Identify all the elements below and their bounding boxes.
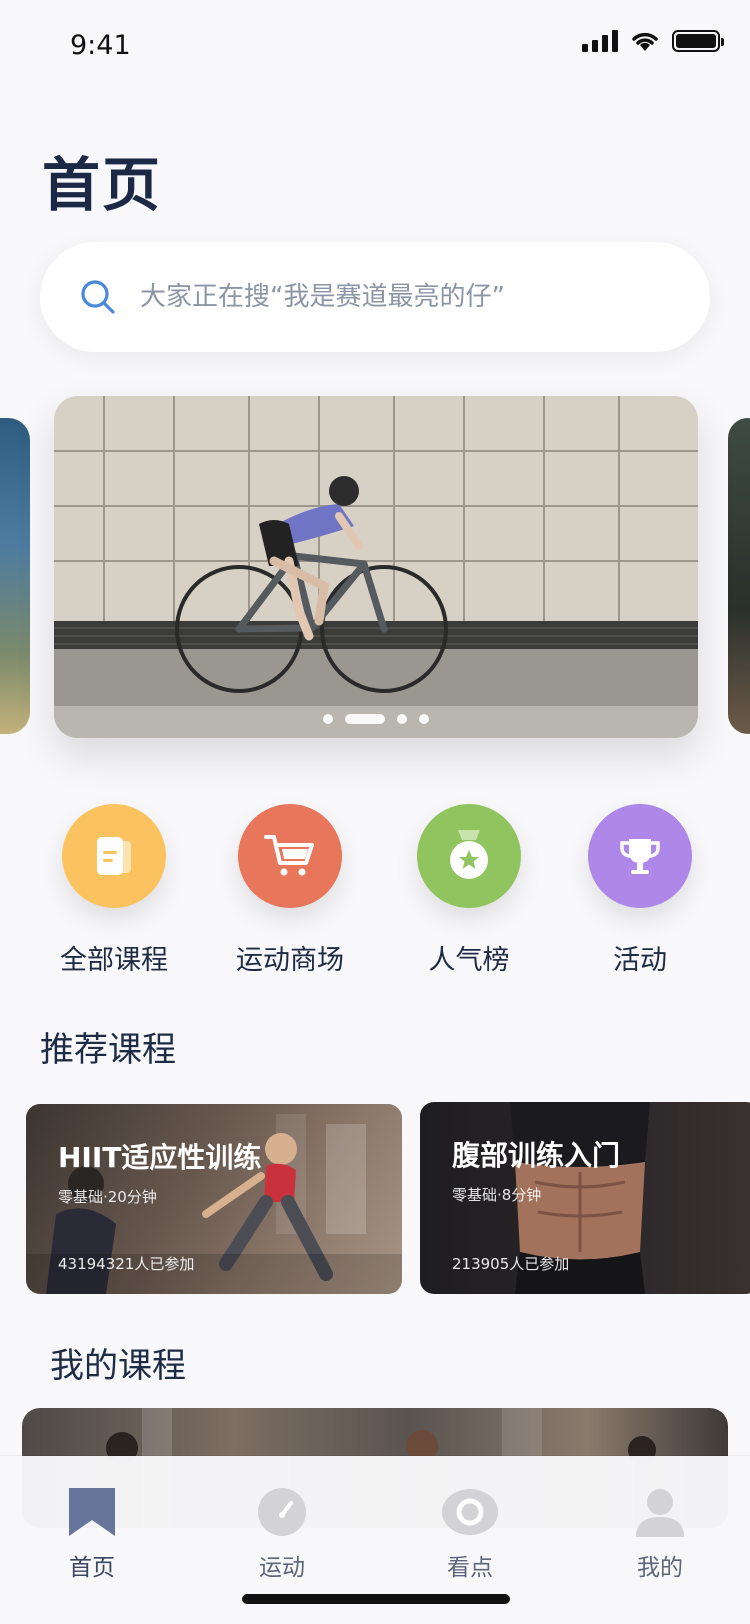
eye-icon — [442, 1489, 498, 1535]
course-subtitle: 零基础·20分钟 — [58, 1188, 157, 1206]
carousel-slide-next[interactable] — [728, 418, 750, 734]
carousel-dot[interactable] — [397, 714, 407, 724]
category-icon-circle — [588, 804, 692, 908]
trophy-icon — [620, 839, 660, 874]
category-label: 人气榜 — [428, 945, 510, 976]
category-label: 运动商场 — [236, 945, 344, 976]
tab-label: 运动 — [259, 1555, 305, 1581]
user-icon — [636, 1489, 684, 1537]
category-label: 全部课程 — [60, 945, 168, 976]
category-icon-circle — [62, 804, 166, 908]
search-icon — [81, 280, 115, 314]
category-all-courses[interactable]: 全部课程 — [29, 804, 199, 977]
carousel-slide-cyclist[interactable] — [54, 396, 698, 738]
course-participants: 43194321人已参加 — [58, 1255, 195, 1273]
search-input[interactable] — [140, 282, 680, 312]
tab-label: 首页 — [69, 1555, 115, 1581]
course-title: 腹部训练入门 — [452, 1139, 621, 1172]
tab-highlights[interactable]: 看点 — [410, 1484, 530, 1582]
tab-sports[interactable]: 运动 — [222, 1484, 342, 1582]
category-sports-mall[interactable]: 运动商场 — [205, 804, 375, 977]
carousel-slide-previous[interactable] — [0, 418, 30, 734]
carousel-indicator — [54, 714, 698, 724]
course-card-hiit[interactable]: HIIT适应性训练 零基础·20分钟 43194321人已参加 — [26, 1104, 402, 1294]
course-participants: 213905人已参加 — [452, 1255, 570, 1273]
section-title-my-courses: 我的课程 — [50, 1346, 186, 1386]
home-indicator — [242, 1594, 510, 1604]
category-events[interactable]: 活动 — [555, 804, 725, 977]
course-title: HIIT适应性训练 — [58, 1141, 262, 1174]
tab-home[interactable]: 首页 — [32, 1484, 152, 1582]
cellular-signal-icon — [582, 30, 618, 52]
gauge-icon — [258, 1488, 306, 1536]
document-icon — [97, 837, 131, 875]
status-icons — [582, 30, 724, 52]
wifi-icon — [632, 32, 658, 51]
battery-icon — [672, 30, 724, 52]
section-title-recommended: 推荐课程 — [40, 1030, 176, 1070]
page-title: 首页 — [42, 151, 163, 219]
tab-label: 看点 — [447, 1555, 493, 1581]
cyclist-image — [54, 396, 698, 738]
category-icon-circle — [238, 804, 342, 908]
category-label: 活动 — [613, 945, 667, 976]
course-subtitle: 零基础·8分钟 — [452, 1186, 542, 1204]
carousel-dot[interactable] — [323, 714, 333, 724]
carousel-dot[interactable] — [419, 714, 429, 724]
course-card-abs[interactable]: 腹部训练入门 零基础·8分钟 213905人已参加 — [420, 1102, 750, 1294]
bookmark-icon — [69, 1488, 115, 1536]
tab-label: 我的 — [637, 1555, 683, 1581]
shopping-cart-icon — [264, 835, 314, 876]
status-time: 9:41 — [70, 30, 131, 61]
carousel-dot-active[interactable] — [345, 714, 385, 724]
category-popularity[interactable]: 人气榜 — [384, 804, 554, 977]
category-icon-circle — [417, 804, 521, 908]
tab-profile[interactable]: 我的 — [600, 1484, 720, 1582]
search-bar[interactable] — [40, 242, 710, 352]
medal-icon — [450, 830, 488, 879]
